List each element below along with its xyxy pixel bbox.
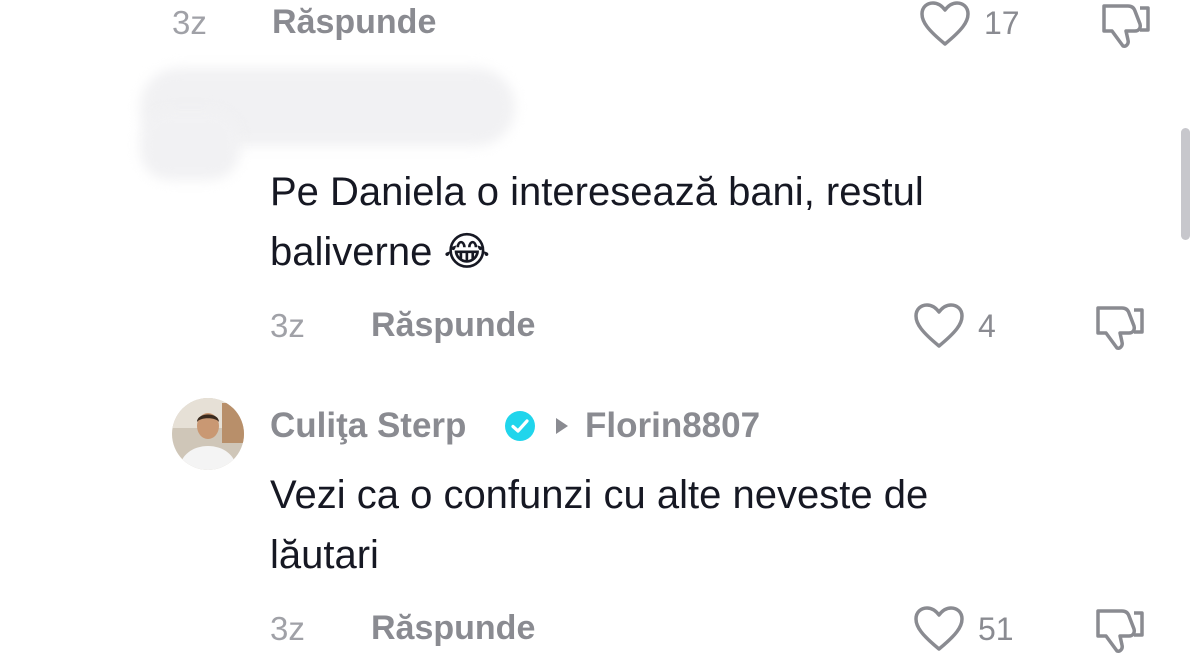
comment-text-line1: Pe Daniela o interesează bani, restul [270,170,924,214]
comment-text-line1: Vezi ca o confunzi cu alte neveste de [270,473,929,517]
comment-text-line2-words: baliverne [270,230,433,274]
verified-badge-icon [504,410,536,442]
reply-button[interactable]: Răspunde [272,3,436,42]
like-count: 51 [978,611,1014,647]
comment-text-line2: lăutari [270,533,379,577]
like-button[interactable] [918,0,972,48]
like-button[interactable] [912,605,966,653]
thumbs-down-outline-icon [1102,4,1150,48]
dislike-button[interactable] [1098,0,1154,50]
heart-outline-icon [914,606,964,651]
reply-button[interactable]: Răspunde [371,609,535,648]
scrollbar[interactable] [1181,128,1190,240]
like-count: 4 [978,308,996,344]
comment-text-line2: baliverne 😂 [270,222,490,282]
laughing-emoji-icon: 😂 [443,230,491,274]
dislike-button[interactable] [1092,302,1148,352]
play-triangle-icon [555,417,569,435]
dislike-button[interactable] [1092,605,1148,655]
comment-time: 3z [270,610,305,647]
comment-time: 3z [172,4,207,41]
comment-username[interactable]: Culiţa Sterp [270,406,466,446]
avatar[interactable] [172,398,244,470]
thumbs-down-outline-icon [1096,609,1144,653]
thumbs-down-outline-icon [1096,306,1144,350]
avatar-image [172,398,244,470]
reply-to-username[interactable]: Florin8807 [585,406,760,446]
like-button[interactable] [912,302,966,350]
heart-outline-icon [920,1,970,46]
comment-time: 3z [270,307,305,344]
heart-outline-icon [914,303,964,348]
blurred-avatar [140,110,240,180]
reply-button[interactable]: Răspunde [371,306,535,345]
like-count: 17 [984,5,1020,41]
